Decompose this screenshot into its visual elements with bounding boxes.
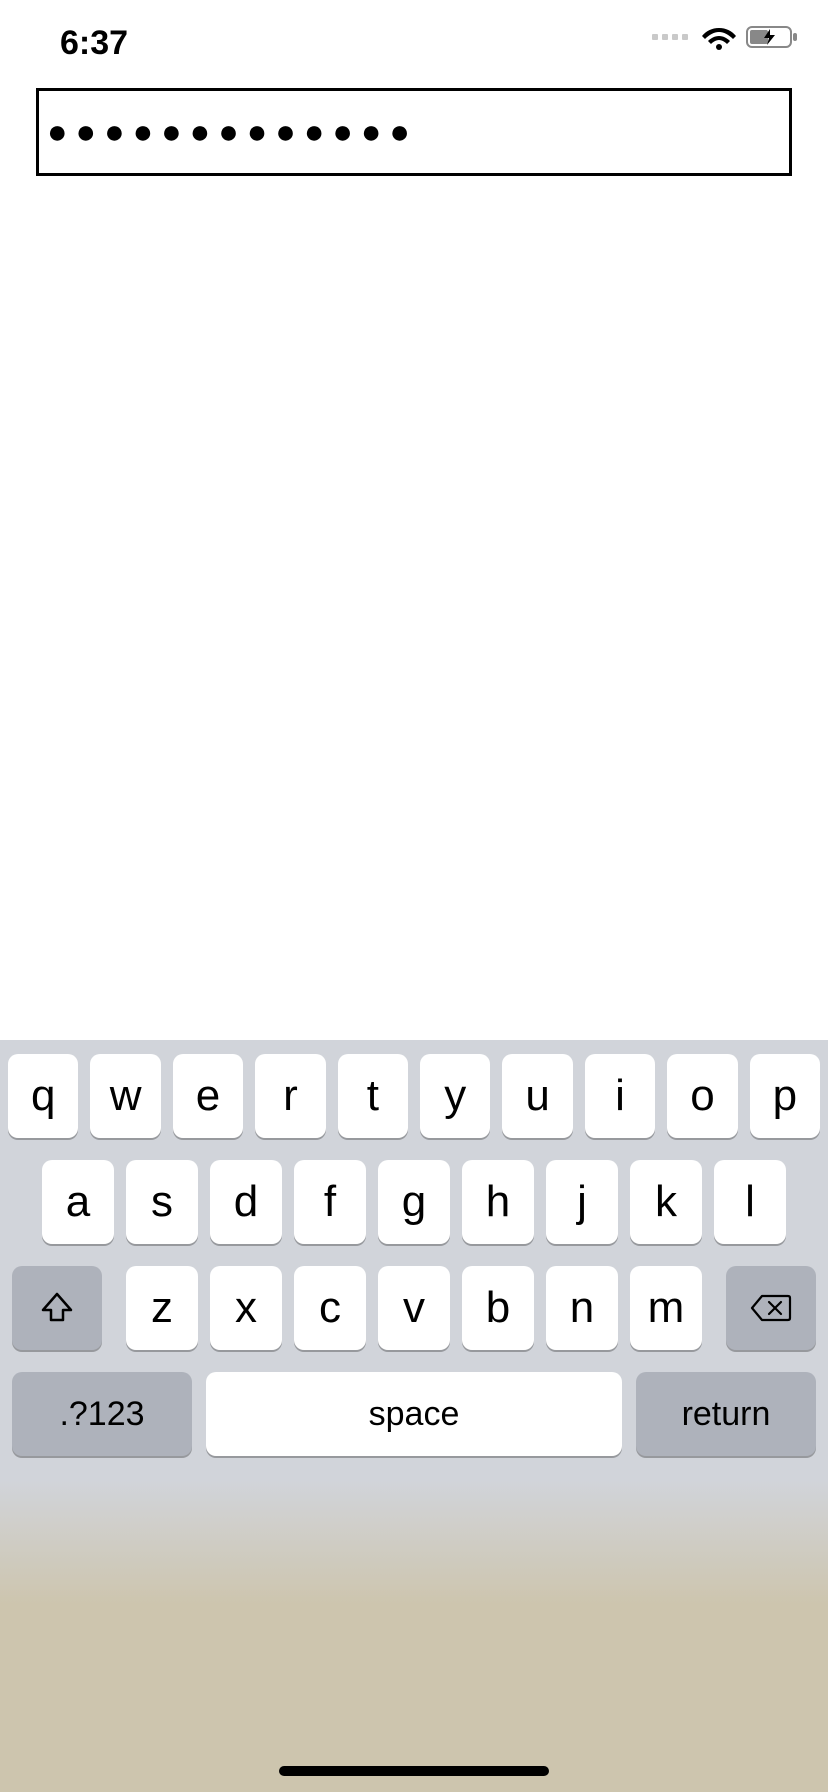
key-n[interactable]: n <box>546 1266 618 1350</box>
key-t[interactable]: t <box>338 1054 408 1138</box>
key-d[interactable]: d <box>210 1160 282 1244</box>
key-l[interactable]: l <box>714 1160 786 1244</box>
key-s[interactable]: s <box>126 1160 198 1244</box>
backspace-icon <box>750 1293 792 1323</box>
cellular-dots-icon <box>652 34 688 40</box>
space-key[interactable]: space <box>206 1372 622 1456</box>
wifi-icon <box>702 24 736 50</box>
key-a[interactable]: a <box>42 1160 114 1244</box>
key-y[interactable]: y <box>420 1054 490 1138</box>
key-m[interactable]: m <box>630 1266 702 1350</box>
keyboard-row-4: .?123 space return <box>8 1372 820 1480</box>
status-time: 6:37 <box>60 24 128 63</box>
key-g[interactable]: g <box>378 1160 450 1244</box>
key-b[interactable]: b <box>462 1266 534 1350</box>
keyboard-bottom-area <box>0 1480 828 1792</box>
password-input[interactable] <box>36 88 792 176</box>
battery-charging-icon <box>746 24 800 50</box>
status-bar: 6:37 <box>0 0 828 88</box>
key-h[interactable]: h <box>462 1160 534 1244</box>
keyboard-row-2: a s d f g h j k l <box>8 1160 820 1244</box>
home-indicator[interactable] <box>279 1766 549 1776</box>
key-o[interactable]: o <box>667 1054 737 1138</box>
shift-icon <box>39 1290 75 1326</box>
key-f[interactable]: f <box>294 1160 366 1244</box>
key-q[interactable]: q <box>8 1054 78 1138</box>
key-e[interactable]: e <box>173 1054 243 1138</box>
numbers-key[interactable]: .?123 <box>12 1372 192 1456</box>
key-z[interactable]: z <box>126 1266 198 1350</box>
shift-key[interactable] <box>12 1266 102 1350</box>
status-indicators <box>652 24 800 50</box>
key-k[interactable]: k <box>630 1160 702 1244</box>
key-r[interactable]: r <box>255 1054 325 1138</box>
key-x[interactable]: x <box>210 1266 282 1350</box>
keyboard: q w e r t y u i o p a s d f g h j k l <box>0 1040 828 1792</box>
backspace-key[interactable] <box>726 1266 816 1350</box>
key-v[interactable]: v <box>378 1266 450 1350</box>
key-c[interactable]: c <box>294 1266 366 1350</box>
key-p[interactable]: p <box>750 1054 820 1138</box>
key-u[interactable]: u <box>502 1054 572 1138</box>
key-i[interactable]: i <box>585 1054 655 1138</box>
return-key[interactable]: return <box>636 1372 816 1456</box>
keyboard-row-1: q w e r t y u i o p <box>8 1054 820 1138</box>
key-w[interactable]: w <box>90 1054 160 1138</box>
keyboard-row-3: z x c v b n m <box>8 1266 820 1350</box>
key-j[interactable]: j <box>546 1160 618 1244</box>
